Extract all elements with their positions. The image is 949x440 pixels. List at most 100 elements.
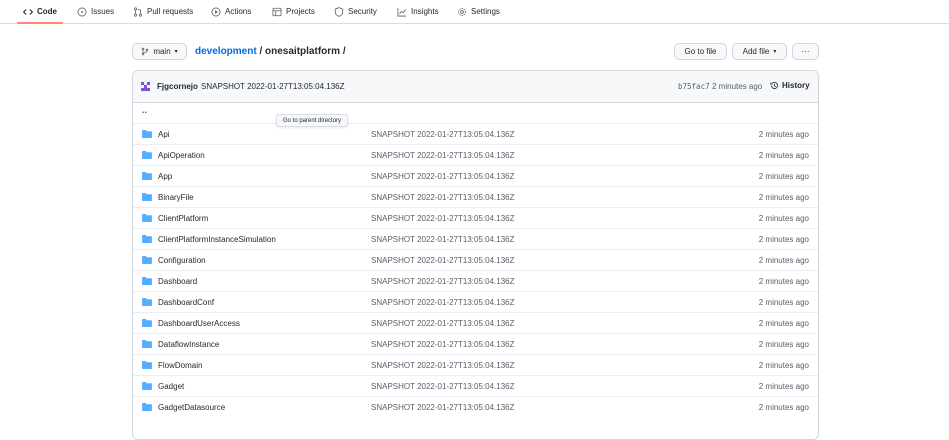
- commit-author-link[interactable]: Fjgcornejo: [157, 82, 198, 91]
- file-commit-age: 2 minutes ago: [758, 130, 809, 139]
- file-commit-message-link[interactable]: SNAPSHOT 2022-01-27T13:05:04.136Z: [371, 340, 515, 349]
- parent-directory-link[interactable]: ..: [142, 105, 147, 115]
- tooltip-text: Go to parent directory: [283, 117, 342, 124]
- table-row[interactable]: Gadget SNAPSHOT 2022-01-27T13:05:04.136Z 2…: [133, 375, 818, 396]
- commit-message-link[interactable]: SNAPSHOT 2022-01-27T13:05:04.136Z: [201, 82, 345, 91]
- table-row[interactable]: ClientPlatformInstanceSimulation SNAPSHOT…: [133, 228, 818, 249]
- file-name-link[interactable]: App: [158, 172, 172, 181]
- shield-icon: [334, 6, 344, 17]
- branch-name: main: [153, 47, 171, 56]
- tab-projects[interactable]: Projects: [272, 0, 315, 23]
- tab-projects-label: Projects: [286, 7, 315, 16]
- more-options-button[interactable]: ···: [792, 43, 819, 60]
- breadcrumb-repo-link[interactable]: development: [195, 46, 257, 57]
- table-row[interactable]: ApiOperation SNAPSHOT 2022-01-27T13:05:04…: [133, 144, 818, 165]
- file-name-link[interactable]: ApiOperation: [158, 151, 205, 160]
- folder-icon: [142, 235, 152, 243]
- file-commit-message-link[interactable]: SNAPSHOT 2022-01-27T13:05:04.136Z: [371, 298, 515, 307]
- table-row[interactable]: DashboardConf SNAPSHOT 2022-01-27T13:05:0…: [133, 291, 818, 312]
- breadcrumb-trailing-separator: /: [342, 46, 346, 57]
- file-commit-message-link[interactable]: SNAPSHOT 2022-01-27T13:05:04.136Z: [371, 151, 515, 160]
- tab-actions[interactable]: Actions: [211, 0, 251, 23]
- tab-issues[interactable]: Issues: [77, 0, 114, 23]
- file-commit-message-link[interactable]: SNAPSHOT 2022-01-27T13:05:04.136Z: [371, 361, 515, 370]
- avatar[interactable]: [139, 80, 152, 93]
- gear-icon: [458, 7, 466, 16]
- file-commit-age: 2 minutes ago: [758, 298, 809, 307]
- tab-settings[interactable]: Settings: [457, 0, 500, 23]
- file-name-link[interactable]: DashboardUserAccess: [158, 319, 240, 328]
- repo-tab-bar: Code Issues Pull requests Actions Projec…: [0, 0, 949, 24]
- table-row[interactable]: Api SNAPSHOT 2022-01-27T13:05:04.136Z 2 mi…: [133, 123, 818, 144]
- play-icon: [211, 7, 221, 16]
- file-commit-age: 2 minutes ago: [758, 319, 809, 328]
- folder-icon: [142, 382, 152, 390]
- add-file-button[interactable]: Add file ▾: [732, 43, 787, 60]
- file-name-link[interactable]: DataflowInstance: [158, 340, 219, 349]
- file-commit-message-link[interactable]: SNAPSHOT 2022-01-27T13:05:04.136Z: [371, 319, 515, 328]
- tab-pull-requests-label: Pull requests: [147, 7, 194, 16]
- file-commit-age: 2 minutes ago: [758, 382, 809, 391]
- folder-icon: [142, 214, 152, 222]
- breadcrumb-separator: /: [259, 46, 263, 57]
- history-link[interactable]: History: [770, 81, 810, 90]
- file-commit-message-link[interactable]: SNAPSHOT 2022-01-27T13:05:04.136Z: [371, 172, 515, 181]
- file-name-link[interactable]: GadgetDatasource: [158, 403, 225, 412]
- tab-pull-requests[interactable]: Pull requests: [133, 0, 193, 23]
- file-commit-message-link[interactable]: SNAPSHOT 2022-01-27T13:05:04.136Z: [371, 256, 515, 265]
- go-to-file-button[interactable]: Go to file: [674, 43, 727, 60]
- folder-icon: [142, 319, 152, 327]
- folder-icon: [142, 256, 152, 264]
- chevron-down-icon: ▾: [174, 49, 178, 55]
- file-name-link[interactable]: ClientPlatformInstanceSimulation: [158, 235, 276, 244]
- breadcrumb-current-folder: onesaitplatform: [265, 46, 341, 57]
- commit-sha-link[interactable]: b75fac7: [678, 82, 710, 91]
- table-row[interactable]: DataflowInstance SNAPSHOT 2022-01-27T13:0…: [133, 333, 818, 354]
- latest-commit-bar: Fjgcornejo SNAPSHOT 2022-01-27T13:05:04.…: [133, 71, 818, 103]
- add-file-label: Add file: [742, 47, 770, 56]
- tab-actions-label: Actions: [225, 7, 252, 16]
- file-name-link[interactable]: BinaryFile: [158, 193, 194, 202]
- folder-icon: [142, 277, 152, 285]
- table-row[interactable]: DashboardUserAccess SNAPSHOT 2022-01-27T1…: [133, 312, 818, 333]
- file-commit-message-link[interactable]: SNAPSHOT 2022-01-27T13:05:04.136Z: [371, 235, 515, 244]
- table-row[interactable]: GadgetDatasource SNAPSHOT 2022-01-27T13:0…: [133, 396, 818, 417]
- file-commit-message-link[interactable]: SNAPSHOT 2022-01-27T13:05:04.136Z: [371, 277, 515, 286]
- file-name-link[interactable]: DashboardConf: [158, 298, 214, 307]
- file-name-link[interactable]: FlowDomain: [158, 361, 202, 370]
- file-name-link[interactable]: Api: [158, 130, 170, 139]
- table-row[interactable]: Dashboard SNAPSHOT 2022-01-27T13:05:04.13…: [133, 270, 818, 291]
- parent-directory-row[interactable]: ..: [133, 102, 818, 123]
- folder-icon: [142, 340, 152, 348]
- file-name-link[interactable]: Configuration: [158, 256, 206, 265]
- file-commit-message-link[interactable]: SNAPSHOT 2022-01-27T13:05:04.136Z: [371, 382, 515, 391]
- file-commit-age: 2 minutes ago: [758, 340, 809, 349]
- table-row[interactable]: Configuration SNAPSHOT 2022-01-27T13:05:0…: [133, 249, 818, 270]
- branch-selector-button[interactable]: main ▾: [132, 43, 187, 60]
- file-name-link[interactable]: Gadget: [158, 382, 184, 391]
- table-row[interactable]: ClientPlatform SNAPSHOT 2022-01-27T13:05:…: [133, 207, 818, 228]
- history-label: History: [782, 81, 810, 90]
- table-row[interactable]: BinaryFile SNAPSHOT 2022-01-27T13:05:04.1…: [133, 186, 818, 207]
- file-commit-message-link[interactable]: SNAPSHOT 2022-01-27T13:05:04.136Z: [371, 130, 515, 139]
- kebab-horizontal-icon: ···: [801, 47, 810, 56]
- git-pull-request-icon: [133, 6, 143, 17]
- file-commit-message-link[interactable]: SNAPSHOT 2022-01-27T13:05:04.136Z: [371, 214, 515, 223]
- folder-icon: [142, 193, 152, 201]
- identicon-icon: [141, 82, 150, 91]
- file-commit-message-link[interactable]: SNAPSHOT 2022-01-27T13:05:04.136Z: [371, 403, 515, 412]
- file-commit-message-link[interactable]: SNAPSHOT 2022-01-27T13:05:04.136Z: [371, 193, 515, 202]
- table-row[interactable]: FlowDomain SNAPSHOT 2022-01-27T13:05:04.1…: [133, 354, 818, 375]
- file-commit-age: 2 minutes ago: [758, 277, 809, 286]
- graph-icon: [397, 7, 407, 16]
- issue-opened-icon: [77, 7, 87, 16]
- tab-code[interactable]: Code: [17, 0, 63, 24]
- table-row[interactable]: App SNAPSHOT 2022-01-27T13:05:04.136Z 2 mi…: [133, 165, 818, 186]
- tab-insights[interactable]: Insights: [397, 0, 439, 23]
- tab-security[interactable]: Security: [334, 0, 377, 23]
- history-icon: [770, 81, 779, 89]
- file-name-link[interactable]: Dashboard: [158, 277, 197, 286]
- file-commit-age: 2 minutes ago: [758, 151, 809, 160]
- file-name-link[interactable]: ClientPlatform: [158, 214, 208, 223]
- tab-settings-label: Settings: [471, 7, 500, 16]
